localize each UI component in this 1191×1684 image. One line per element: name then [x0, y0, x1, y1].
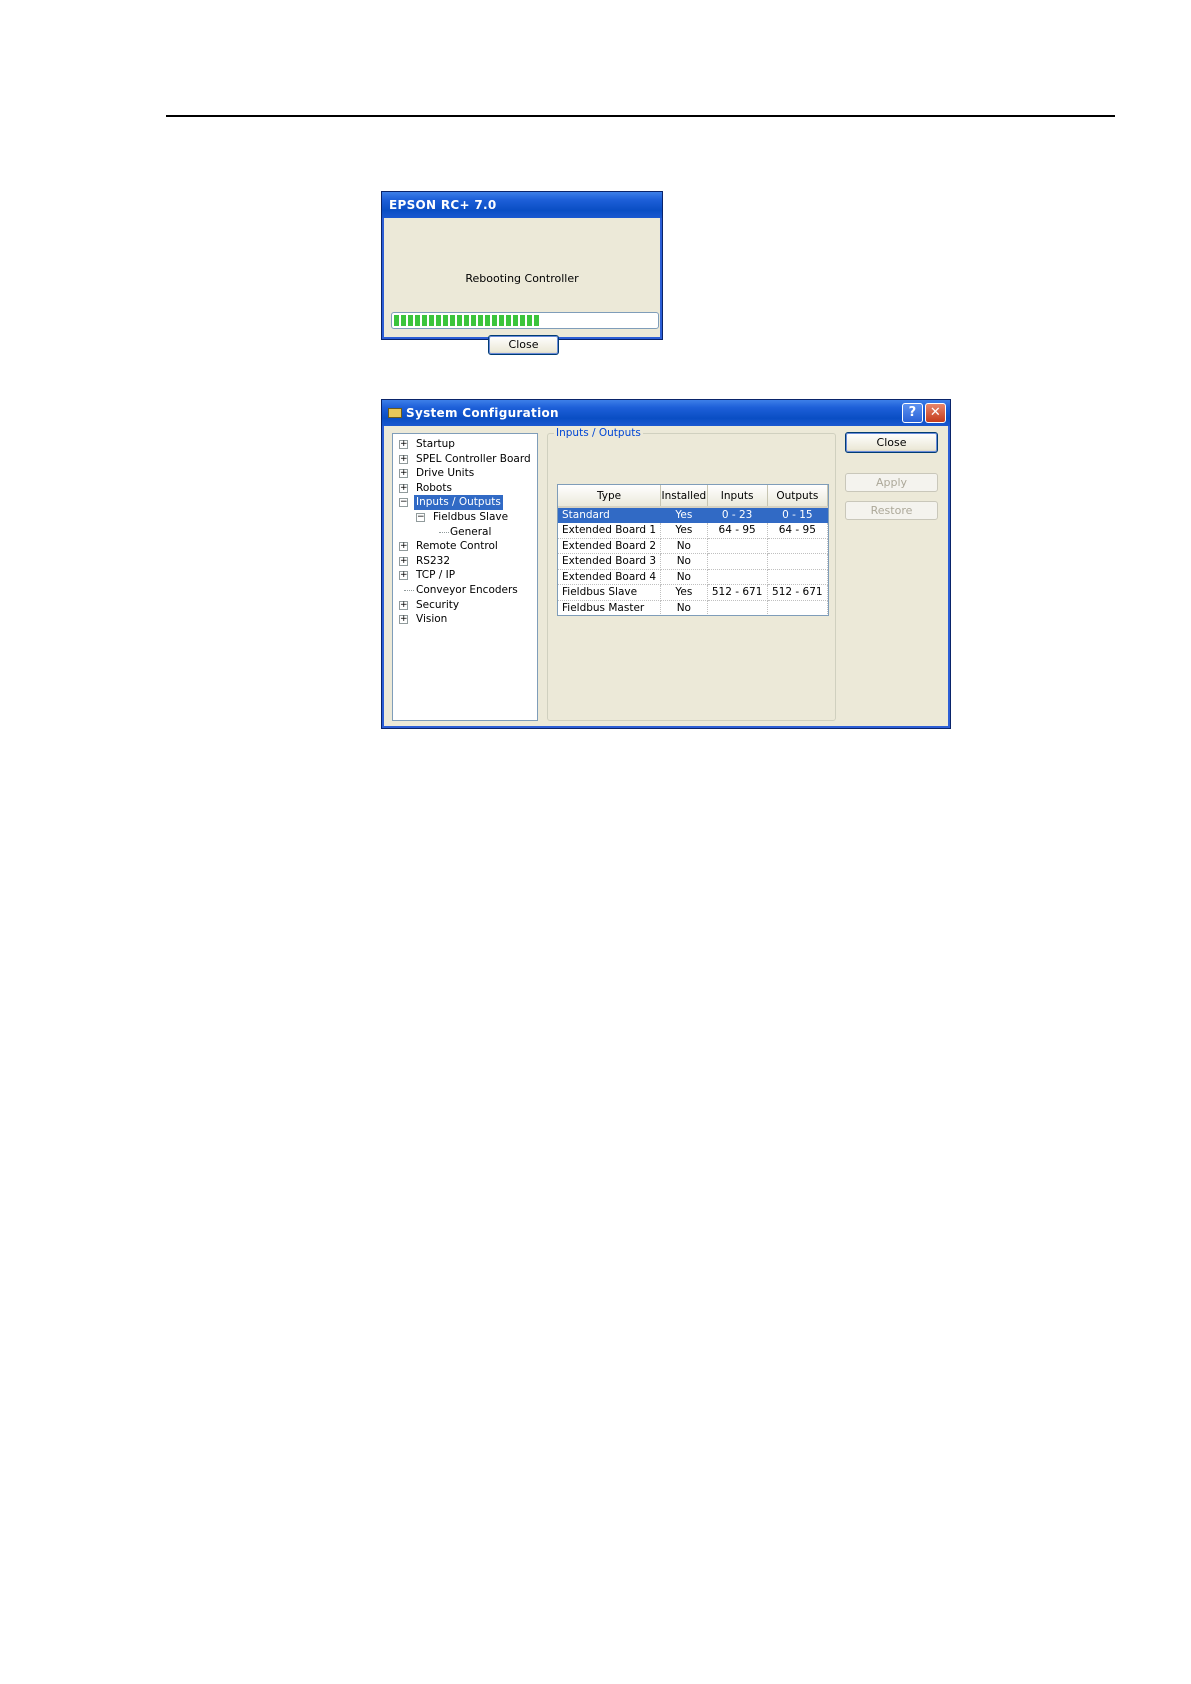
- reboot-dialog-title: EPSON RC+ 7.0: [382, 192, 662, 218]
- cell-inputs: [707, 569, 768, 585]
- table-row[interactable]: Extended Board 1 Yes 64 - 95 64 - 95: [558, 522, 828, 539]
- expand-plus-icon[interactable]: +: [399, 440, 408, 449]
- reboot-message: Rebooting Controller: [465, 272, 579, 285]
- tree-item-security[interactable]: + Security: [393, 598, 537, 613]
- reboot-close-button[interactable]: Close: [488, 335, 559, 355]
- cell-outputs: [767, 600, 828, 615]
- cell-inputs: [707, 538, 768, 554]
- reboot-progress-bar: [391, 312, 659, 329]
- expand-plus-icon[interactable]: +: [399, 571, 408, 581]
- help-icon[interactable]: ?: [902, 403, 923, 423]
- expand-plus-icon[interactable]: +: [399, 454, 408, 464]
- cell-installed: No: [660, 600, 708, 615]
- tree-item-general[interactable]: General: [393, 525, 537, 540]
- page-rule: [166, 115, 1115, 117]
- tree-item-vision[interactable]: + Vision: [393, 612, 537, 627]
- inputs-outputs-group: Inputs / Outputs Type Installed Inputs O…: [547, 427, 836, 721]
- cell-installed: Yes: [660, 522, 708, 539]
- cell-inputs: 0 - 23: [707, 507, 768, 523]
- cell-type: Extended Board 2: [558, 538, 662, 554]
- tree-item-conveyor-encoders[interactable]: Conveyor Encoders: [393, 583, 537, 598]
- expand-plus-icon[interactable]: +: [399, 469, 408, 479]
- cell-outputs: 512 - 671: [767, 584, 828, 601]
- table-header-row: Type Installed Inputs Outputs: [558, 485, 828, 508]
- expand-plus-icon[interactable]: +: [399, 600, 408, 610]
- close-button[interactable]: Close: [845, 432, 938, 453]
- cell-inputs: 512 - 671: [707, 584, 768, 601]
- io-table[interactable]: Type Installed Inputs Outputs Standard Y…: [557, 484, 829, 616]
- tree-item-spel-controller-board[interactable]: + SPEL Controller Board: [393, 452, 537, 467]
- table-row[interactable]: Fieldbus Slave Yes 512 - 671 512 - 671: [558, 584, 828, 601]
- cell-type: Extended Board 1: [558, 522, 662, 539]
- cell-outputs: 64 - 95: [767, 522, 828, 539]
- column-header-inputs[interactable]: Inputs: [707, 485, 768, 508]
- restore-button[interactable]: Restore: [845, 501, 938, 520]
- collapse-minus-icon[interactable]: −: [399, 498, 408, 508]
- expand-plus-icon[interactable]: +: [399, 615, 408, 625]
- tree-item-rs232[interactable]: + RS232: [393, 554, 537, 569]
- cell-installed: No: [660, 538, 708, 554]
- config-tree[interactable]: + Startup + SPEL Controller Board + Driv…: [392, 433, 538, 721]
- column-header-type[interactable]: Type: [558, 485, 662, 508]
- cell-installed: No: [660, 553, 708, 570]
- cell-installed: Yes: [660, 584, 708, 601]
- apply-button[interactable]: Apply: [845, 473, 938, 492]
- tree-item-fieldbus-slave[interactable]: − Fieldbus Slave: [393, 510, 537, 525]
- table-row[interactable]: Extended Board 4 No: [558, 569, 828, 585]
- expand-plus-icon[interactable]: +: [399, 483, 408, 493]
- cell-installed: No: [660, 569, 708, 585]
- system-configuration-dialog: System Configuration ? ✕ + Startup + SPE…: [381, 399, 951, 729]
- table-row[interactable]: Extended Board 3 No: [558, 553, 828, 570]
- cell-type: Fieldbus Slave: [558, 584, 662, 601]
- tree-item-tcp-ip[interactable]: + TCP / IP: [393, 568, 537, 583]
- cell-type: Fieldbus Master: [558, 600, 662, 615]
- cell-outputs: [767, 553, 828, 570]
- expand-plus-icon[interactable]: +: [399, 556, 408, 566]
- column-header-outputs[interactable]: Outputs: [767, 485, 828, 508]
- table-row[interactable]: Extended Board 2 No: [558, 538, 828, 554]
- tree-item-inputs-outputs[interactable]: − Inputs / Outputs: [393, 495, 537, 510]
- tree-item-startup[interactable]: + Startup: [393, 437, 537, 452]
- tree-item-drive-units[interactable]: + Drive Units: [393, 466, 537, 481]
- progress-fill: [394, 315, 541, 326]
- cell-outputs: [767, 538, 828, 554]
- syscfg-title: System Configuration: [406, 406, 559, 420]
- syscfg-title-bar: System Configuration ? ✕: [382, 400, 950, 426]
- column-header-installed[interactable]: Installed: [660, 485, 708, 508]
- cell-installed: Yes: [660, 507, 708, 523]
- cell-inputs: [707, 553, 768, 570]
- tree-item-robots[interactable]: + Robots: [393, 481, 537, 496]
- reboot-dialog-body: Rebooting Controller Close: [385, 218, 659, 355]
- tree-connector: [404, 589, 414, 591]
- cell-type: Standard: [558, 507, 662, 523]
- close-icon[interactable]: ✕: [925, 403, 946, 423]
- expand-plus-icon[interactable]: +: [399, 542, 408, 552]
- cell-outputs: [767, 569, 828, 585]
- cell-outputs: 0 - 15: [767, 507, 828, 523]
- syscfg-body: + Startup + SPEL Controller Board + Driv…: [385, 426, 947, 725]
- group-title: Inputs / Outputs: [554, 427, 643, 439]
- table-row[interactable]: Standard Yes 0 - 23 0 - 15: [558, 507, 828, 523]
- app-icon: [388, 408, 402, 418]
- reboot-dialog: EPSON RC+ 7.0 Rebooting Controller Close: [381, 191, 663, 355]
- cell-type: Extended Board 4: [558, 569, 662, 585]
- cell-type: Extended Board 3: [558, 553, 662, 570]
- tree-item-remote-control[interactable]: + Remote Control: [393, 539, 537, 554]
- table-row[interactable]: Fieldbus Master No: [558, 600, 828, 615]
- collapse-minus-icon[interactable]: −: [416, 512, 425, 522]
- cell-inputs: [707, 600, 768, 615]
- cell-inputs: 64 - 95: [707, 522, 768, 539]
